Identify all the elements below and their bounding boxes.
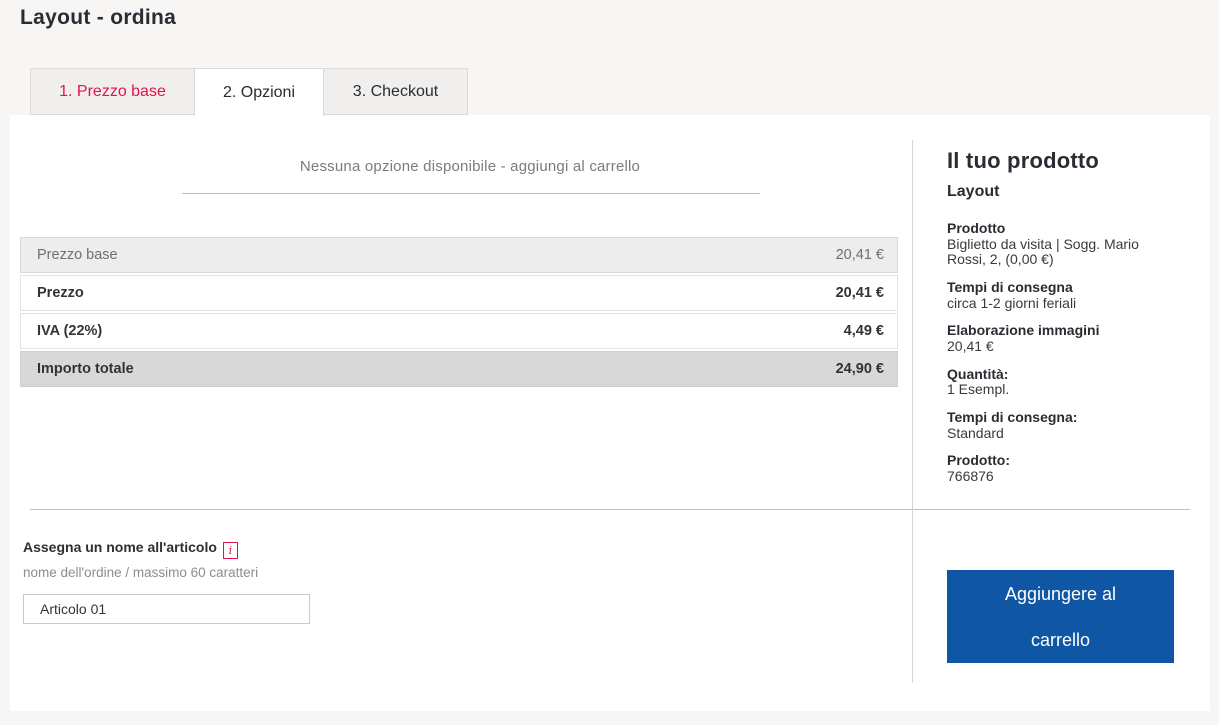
detail-label: Prodotto:: [947, 452, 1010, 469]
row-label: Prezzo base: [37, 247, 118, 263]
info-icon[interactable]: i: [222, 542, 238, 559]
detail-tempi-consegna: Tempi di consegna circa 1-2 giorni feria…: [947, 279, 1179, 311]
message-divider: [182, 193, 760, 194]
detail-prodotto-id: Prodotto: 766876: [947, 453, 1179, 484]
row-value: 20,41 €: [835, 285, 884, 301]
detail-label: Elaborazione immagini: [947, 322, 1100, 339]
table-row-iva: IVA (22%) 4,49 €: [20, 313, 898, 349]
detail-label: Tempi di consegna:: [947, 409, 1078, 426]
price-table: Prezzo base 20,41 € Prezzo 20,41 € IVA (…: [20, 237, 898, 389]
table-row-prezzo: Prezzo 20,41 €: [20, 275, 898, 311]
product-summary-heading: Il tuo prodotto: [947, 148, 1100, 173]
detail-elaborazione-immagini: Elaborazione immagini 20,41 €: [947, 323, 1179, 354]
tab-checkout[interactable]: 3. Checkout: [323, 68, 468, 115]
tab-opzioni[interactable]: 2. Opzioni: [194, 68, 324, 116]
wizard-tabbar: 1. Prezzo base 2. Opzioni 3. Checkout: [30, 68, 468, 116]
row-label: Prezzo: [37, 285, 84, 301]
row-label: Importo totale: [37, 361, 134, 377]
detail-value: Standard: [947, 424, 1004, 441]
section-divider: [30, 509, 1190, 510]
detail-prodotto: Prodotto Biglietto da visita | Sogg. Mar…: [947, 220, 1179, 268]
sidebar-divider: [912, 140, 913, 683]
page-title: Layout - ordina: [20, 6, 177, 29]
detail-value: Biglietto da visita | Sogg. Mario Rossi,…: [947, 235, 1139, 268]
article-name-hint: nome dell'ordine / massimo 60 caratteri: [23, 565, 259, 580]
detail-tempi-consegna-2: Tempi di consegna: Standard: [947, 409, 1179, 441]
product-summary-subheading: Layout: [947, 183, 1000, 200]
detail-quantita: Quantità: 1 Esempl.: [947, 365, 1179, 398]
detail-value: 1 Esempl.: [947, 381, 1010, 398]
no-options-message: Nessuna opzione disponibile - aggiungi a…: [299, 158, 641, 175]
detail-value: 766876: [947, 468, 994, 485]
row-value: 20,41 €: [835, 247, 884, 263]
detail-label: Quantità:: [947, 365, 1009, 382]
article-name-label-text: Assegna un nome all'articolo: [23, 539, 217, 555]
content-panel: Nessuna opzione disponibile - aggiungi a…: [10, 115, 1210, 711]
row-value: 24,90 €: [835, 361, 884, 377]
table-row-importo-totale: Importo totale 24,90 €: [20, 351, 898, 387]
add-to-cart-button[interactable]: Aggiungere al carrello: [947, 570, 1174, 663]
detail-value: 20,41 €: [947, 338, 994, 355]
tab-prezzo-base[interactable]: 1. Prezzo base: [30, 68, 195, 115]
row-value: 4,49 €: [843, 323, 884, 339]
detail-label: Prodotto: [947, 220, 1006, 236]
article-name-input[interactable]: [23, 594, 310, 624]
detail-value: circa 1-2 giorni feriali: [947, 294, 1077, 311]
product-summary: Il tuo prodotto Layout Prodotto Bigliett…: [947, 148, 1179, 497]
row-label: IVA (22%): [37, 323, 103, 339]
table-row-prezzo-base: Prezzo base 20,41 €: [20, 237, 898, 273]
article-name-label: Assegna un nome all'articolo i: [23, 539, 238, 559]
detail-label: Tempi di consegna: [947, 279, 1073, 296]
